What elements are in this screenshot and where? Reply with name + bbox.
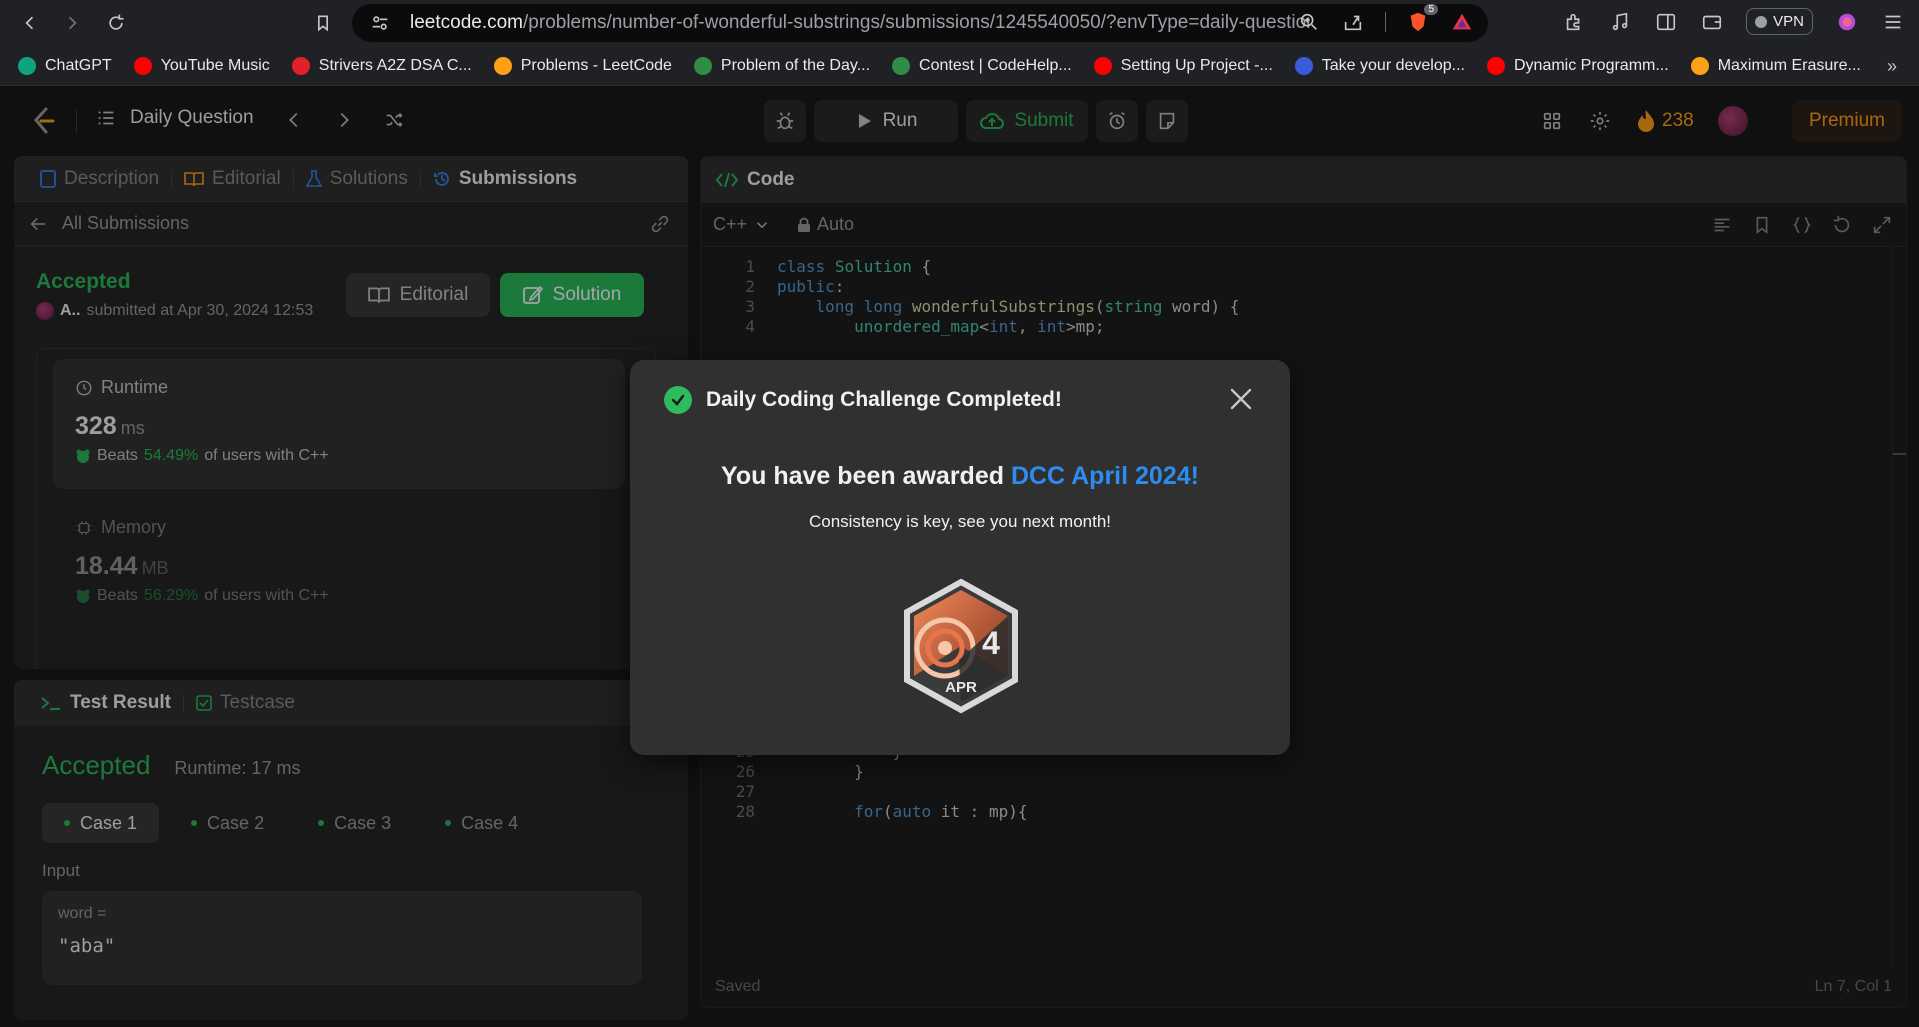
award-title-prefix: You have been awarded	[721, 462, 1011, 490]
wallet-icon[interactable]	[1700, 10, 1724, 34]
back-icon[interactable]	[10, 3, 50, 43]
bookmark-favicon-icon	[18, 56, 36, 75]
site-settings-icon[interactable]	[368, 11, 392, 35]
bookmark-label: Contest | CodeHelp...	[919, 56, 1072, 74]
bookmark-label: Dynamic Programm...	[1513, 56, 1669, 74]
brave-rewards-icon[interactable]	[1450, 10, 1474, 34]
bookmark-item[interactable]: Dynamic Programm...	[1486, 56, 1669, 75]
dcc-april-badge-icon: 4 APR	[904, 578, 1018, 714]
bookmark-label: ChatGPT	[45, 56, 112, 74]
bookmark-item[interactable]: Contest | CodeHelp...	[892, 56, 1072, 75]
bookmark-item[interactable]: Take your develop...	[1294, 56, 1465, 75]
bookmark-label: Problems - LeetCode	[520, 56, 672, 74]
bookmark-item[interactable]: Setting Up Project -...	[1093, 56, 1273, 75]
url-text[interactable]: leetcode.com/problems/number-of-wonderfu…	[410, 12, 1310, 34]
bookmark-item[interactable]: ChatGPT	[18, 56, 112, 75]
bookmark-label: YouTube Music	[160, 56, 270, 74]
close-icon[interactable]	[1228, 386, 1254, 412]
zoom-icon[interactable]	[1297, 10, 1321, 34]
bookmarks-bar: ChatGPT YouTube Music Strivers A2Z DSA C..…	[0, 46, 1919, 86]
reload-icon[interactable]	[96, 3, 136, 43]
bookmark-item[interactable]: Problems - LeetCode	[493, 56, 672, 75]
bookmark-favicon-icon	[1486, 56, 1505, 75]
bookmark-label: Strivers A2Z DSA C...	[318, 56, 472, 74]
bookmark-favicon-icon	[892, 56, 911, 75]
brave-badge: 5	[1424, 4, 1438, 15]
bookmark-favicon-icon	[693, 56, 712, 75]
bookmark-favicon-icon	[291, 56, 310, 75]
bookmark-item[interactable]: Problem of the Day...	[693, 56, 871, 75]
vpn-label: VPN	[1773, 13, 1804, 30]
award-subtitle: Consistency is key, see you next month!	[808, 512, 1112, 531]
browser-toolbar: leetcode.com/problems/number-of-wonderfu…	[0, 0, 1919, 46]
vpn-button[interactable]: VPN	[1746, 8, 1813, 35]
extensions-icon[interactable]	[1562, 10, 1586, 34]
forward-icon[interactable]	[52, 3, 92, 43]
bookmark-label: Setting Up Project -...	[1120, 56, 1273, 74]
check-circle-icon	[664, 386, 692, 414]
bookmark-favicon-icon	[1294, 56, 1313, 75]
bookmark-item[interactable]: Maximum Erasure...	[1690, 56, 1861, 75]
bookmark-page-icon[interactable]	[303, 3, 343, 43]
vpn-status-icon	[1755, 15, 1768, 28]
bookmark-label: Problem of the Day...	[720, 56, 871, 74]
badge-number: 4	[982, 625, 1000, 661]
bookmark-favicon-icon	[133, 56, 152, 75]
address-bar[interactable]: leetcode.com/problems/number-of-wonderfu…	[352, 4, 1488, 42]
dcc-award-modal: Daily Coding Challenge Completed! You ha…	[630, 360, 1290, 755]
modal-heading: Daily Coding Challenge Completed!	[706, 388, 1062, 411]
leo-ai-icon[interactable]	[1835, 10, 1859, 34]
award-badge-name[interactable]: DCC April 2024!	[1011, 462, 1199, 490]
award-title: You have been awarded DCC April 2024!	[630, 462, 1290, 491]
modal-header: Daily Coding Challenge Completed!	[664, 386, 1062, 414]
badge-month: APR	[945, 679, 977, 696]
bookmarks-overflow-button[interactable]: »	[1887, 56, 1897, 77]
share-icon[interactable]	[1341, 10, 1365, 34]
bookmark-item[interactable]: Strivers A2Z DSA C...	[291, 56, 472, 75]
bookmark-label: Take your develop...	[1321, 56, 1465, 74]
bookmark-favicon-icon	[1690, 56, 1709, 75]
menu-icon[interactable]	[1881, 10, 1905, 34]
brave-shield-icon[interactable]: 5	[1406, 4, 1438, 34]
bookmark-favicon-icon	[1093, 56, 1112, 75]
bookmark-favicon-icon	[493, 56, 512, 75]
media-icon[interactable]	[1608, 10, 1632, 34]
bookmark-label: Maximum Erasure...	[1717, 56, 1861, 74]
bookmark-item[interactable]: YouTube Music	[133, 56, 270, 75]
sidebar-toggle-icon[interactable]	[1654, 10, 1678, 34]
